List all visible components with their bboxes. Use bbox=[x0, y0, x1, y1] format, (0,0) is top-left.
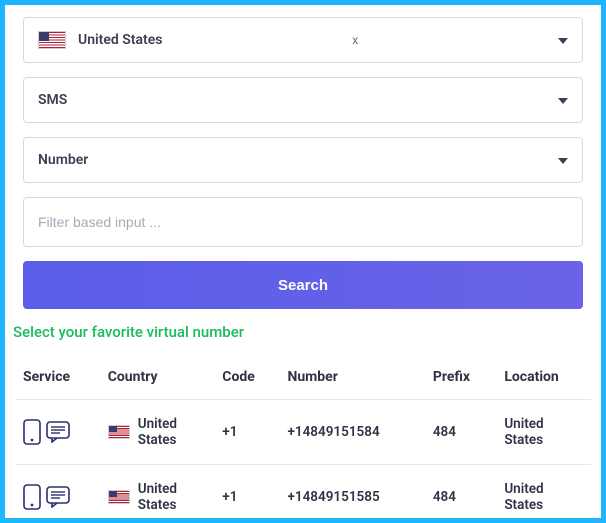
cell-location: UnitedStates bbox=[496, 465, 591, 519]
service-icons bbox=[23, 419, 92, 445]
col-service: Service bbox=[15, 359, 100, 400]
chevron-down-icon bbox=[558, 92, 568, 108]
cell-location: UnitedStates bbox=[496, 400, 591, 465]
cell-number: +14849151585 bbox=[279, 465, 424, 519]
cell-country: UnitedStates bbox=[100, 400, 215, 465]
type-select[interactable]: Number bbox=[23, 137, 583, 183]
mobile-icon bbox=[23, 419, 41, 445]
country-text: UnitedStates bbox=[138, 481, 177, 513]
clear-country-button[interactable]: x bbox=[352, 33, 358, 47]
service-icons bbox=[23, 484, 92, 510]
type-select-label: Number bbox=[38, 152, 88, 168]
search-button[interactable]: Search bbox=[23, 261, 583, 309]
col-country: Country bbox=[100, 359, 215, 400]
country-select-label: United States bbox=[78, 32, 162, 48]
us-flag-icon bbox=[108, 490, 130, 504]
cell-code: +1 bbox=[214, 400, 279, 465]
mobile-icon bbox=[23, 484, 41, 510]
cell-prefix: 484 bbox=[425, 465, 497, 519]
table-row[interactable]: UnitedStates+1+14849151585484UnitedState… bbox=[15, 465, 591, 519]
results-table: Service Country Code Number Prefix Locat… bbox=[15, 359, 591, 518]
country-select[interactable]: United States x bbox=[23, 17, 583, 63]
chevron-down-icon bbox=[558, 32, 568, 48]
filter-text-input[interactable] bbox=[23, 197, 583, 247]
cell-prefix: 484 bbox=[425, 400, 497, 465]
col-prefix: Prefix bbox=[425, 359, 497, 400]
cell-service bbox=[15, 400, 100, 465]
country-text: UnitedStates bbox=[138, 416, 177, 448]
table-row[interactable]: UnitedStates+1+14849151584484UnitedState… bbox=[15, 400, 591, 465]
cell-code: +1 bbox=[214, 465, 279, 519]
section-subtitle: Select your favorite virtual number bbox=[13, 323, 583, 341]
us-flag-icon bbox=[108, 425, 130, 439]
service-select-label: SMS bbox=[38, 92, 67, 108]
col-number: Number bbox=[279, 359, 424, 400]
cell-service bbox=[15, 465, 100, 519]
main-panel: United States x SMS Number Search Select… bbox=[5, 5, 601, 518]
sms-icon bbox=[46, 486, 70, 508]
sms-icon bbox=[46, 421, 70, 443]
cell-country: UnitedStates bbox=[100, 465, 215, 519]
cell-number: +14849151584 bbox=[279, 400, 424, 465]
col-location: Location bbox=[496, 359, 591, 400]
chevron-down-icon bbox=[558, 152, 568, 168]
col-code: Code bbox=[214, 359, 279, 400]
us-flag-icon bbox=[38, 31, 66, 49]
service-select[interactable]: SMS bbox=[23, 77, 583, 123]
